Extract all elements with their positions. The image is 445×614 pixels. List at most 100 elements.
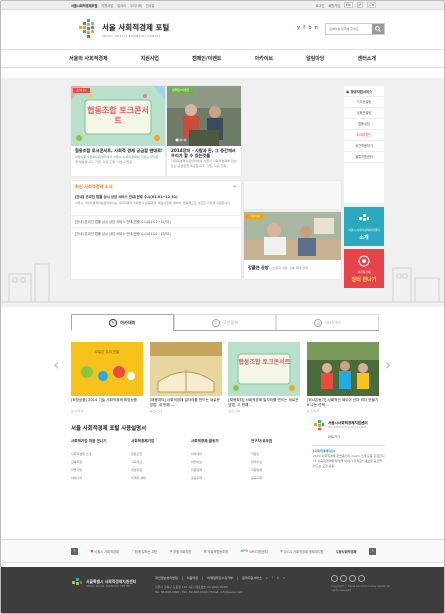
login-link[interactable]: 로그인 — [316, 3, 325, 8]
site-logo-icon[interactable] — [79, 19, 97, 39]
chevron-right-icon[interactable]: › — [385, 355, 391, 374]
partner-logo[interactable]: 도봉사회적경제 — [336, 549, 357, 554]
guide-link[interactable]: 경영지원 — [131, 466, 181, 474]
guide-link[interactable]: 아카이브 — [191, 458, 241, 466]
news-title: 최신 사회적경제 소식 — [75, 184, 113, 189]
sidebox-item[interactable]: 기초컨설팅 — [344, 97, 384, 108]
partner-logo[interactable]: ● 서울시 사회적경제 — [90, 549, 118, 554]
center-news-tag: [사회적경제지원] — [313, 449, 336, 453]
search-input[interactable] — [326, 24, 372, 34]
center-caption[interactable]: 바로가기 — [328, 434, 385, 439]
sidebox-item[interactable]: 법률상담 — [344, 119, 384, 130]
topbar-link[interactable]: 인사말 — [146, 3, 155, 8]
partner-logo[interactable]: ~ 함께 일하는 재단 — [131, 549, 157, 554]
naver-icon[interactable]: n — [315, 26, 318, 31]
chevron-right-icon[interactable]: › — [368, 547, 376, 555]
guide-link[interactable]: 공공구매 — [251, 474, 301, 482]
center-intro-banner[interactable]: 서울시 사회적경제지원센터 소개 — [344, 207, 384, 246]
guide-link[interactable]: 협동조합 — [131, 450, 181, 458]
blog-icon[interactable]: b — [308, 26, 311, 31]
twitter-icon[interactable]: y — [266, 576, 268, 580]
tab-academy[interactable]: ✎ 아카데미 — [71, 314, 174, 331]
guide-link[interactable]: 자문단 — [251, 450, 301, 458]
thumb-item[interactable]: 오늘은 우리 뜻을 [희망상품] 2014 기술 사회적경제 희망상품 뉴스/기… — [71, 342, 143, 413]
guide-link[interactable]: 아카이브 — [251, 458, 301, 466]
guide-col-head: 연구자/공무원 — [251, 439, 273, 443]
tab-archive[interactable]: ▤ 아카이브 — [276, 314, 380, 330]
facebook-icon[interactable]: f — [272, 576, 273, 580]
sidebox-item[interactable]: 심화컨설팅 — [344, 108, 384, 119]
guide-link[interactable]: 교육지원 — [71, 458, 121, 466]
guide-link[interactable]: 지원정책 — [251, 466, 301, 474]
center-news[interactable]: [사회적경제지원] 2014 사회적경제 학습동아리 moim 소개 모음 모집… — [313, 445, 385, 469]
center-head[interactable]: 서울시사회적경제지원센터 Seoul Social Economy Center — [313, 419, 385, 431]
guide-link[interactable]: 아카데미 — [191, 450, 241, 458]
signup-link[interactable]: 회원가입 — [328, 3, 340, 8]
partner-logo[interactable]: NPO NPO지원센터 — [240, 549, 267, 554]
academy-icon: ✎ — [109, 318, 118, 327]
footer-link[interactable]: 이용약관 — [187, 575, 198, 580]
guide-link[interactable]: 사회적경제 소개 — [71, 450, 121, 458]
news-item[interactable]: [안내] 온라인 법률 상시 상담 서비스 안내(연중 수시(01.01~12/… — [71, 215, 241, 227]
topbar-link[interactable]: 서울시회적경제포털 — [71, 3, 97, 8]
news-item[interactable]: [안내] 온라인 법률 상시 상담 서비스 안내(연중 수시(01.01~12.… — [71, 192, 241, 201]
feature-card-2[interactable]: 캠페인/이벤트 2014장터 - 사람과 돈, 그 중간에서 우리가 할 수 있… — [167, 86, 241, 176]
lang-en[interactable]: EN — [344, 2, 353, 8]
banner-small: 서울시 사회적경제지원센터 — [348, 228, 380, 232]
guide-link[interactable]: 마을기업 — [71, 466, 121, 474]
guide-columns: 사회적기업 처음 만나기 사회적경제 소개 교육지원 마을기업 아이디어 사회적… — [71, 439, 301, 482]
market-banner[interactable]: 사회적경제 장터 만나기 — [344, 249, 384, 288]
sidebox-title: ▣ 경영지원서비스 — [344, 86, 384, 97]
footer-link[interactable]: 개인정보처리방침 — [155, 575, 178, 580]
thumb-meta: 뉴스/기사 — [149, 409, 162, 413]
feature-card-3[interactable]: 기업사람 강풀쓴 공방 전문화 의료, 소통 재미 연대 — [244, 212, 341, 279]
footer-link[interactable]: 원격지원서비스 — [242, 575, 262, 580]
topbar-link[interactable]: 우리사회 — [130, 3, 142, 8]
nav-notice[interactable]: 알림마당 — [306, 55, 324, 62]
thumb-title: [희망상품] 2014 기술 사회적경제 희망상품 — [71, 398, 138, 402]
blog-icon[interactable]: b — [277, 576, 279, 580]
chevron-left-icon[interactable]: ‹ — [71, 547, 78, 555]
news-item[interactable]: [안내] 온라인 법률 상시 상담 서비스 안내(연중 수시(01.01~12/… — [71, 227, 241, 239]
more-icon[interactable]: + — [233, 184, 237, 190]
guide-link[interactable]: 지원정책 — [191, 466, 241, 474]
site-subtitle: SEOUL SOCIAL ECONOMY PORTAL — [102, 34, 161, 38]
social-links: y f b n — [297, 26, 318, 31]
naver-icon[interactable]: n — [283, 576, 285, 580]
sidebox-item[interactable]: 공간활용하기 — [344, 141, 384, 152]
twitter-icon[interactable]: y — [297, 26, 300, 31]
nav-archive[interactable]: 아카이브 — [255, 55, 273, 62]
nav-center[interactable]: 센터소개 — [358, 55, 376, 62]
search-button[interactable] — [372, 24, 384, 34]
partner-logo[interactable]: ◐ 2015 사회적경제 생태계지원 — [280, 549, 323, 554]
lang-jp[interactable]: JP — [356, 2, 364, 8]
guide-link[interactable]: 공공구매 — [191, 474, 241, 482]
partner-logo[interactable]: ■ 사회적협동조합 — [203, 549, 228, 554]
thumb-item[interactable]: 협동조합 토크콘서트 [채용파티] 사회적경제 일자리를 만드는 새로운 방법,… — [228, 342, 301, 413]
feature-card-1[interactable]: 협동조합 토크콘서트 소식나누 협동조합 토크콘서트, 사회적 경제 궁금할 땐… — [71, 86, 165, 176]
facebook-icon[interactable]: f — [303, 26, 305, 31]
topbar-link[interactable]: 지원사업 — [101, 3, 113, 8]
thumb-item[interactable]: [위니온동기] 사회적인 제도이 산다 죄다 만들기 8 나는 선택 ... 뉴… — [306, 342, 379, 413]
partner-bar: ‹ ● 서울시 사회적경제 ~ 함께 일하는 재단 ◆ 보험사회지원 ■ 사회적협동조합… — [1, 539, 444, 563]
topbar-link[interactable]: 일자리 — [117, 3, 126, 8]
card-title: 협동조합 토크콘서트, 사회적 경제 궁금할 땐대로! — [75, 148, 163, 153]
footer-link[interactable]: 이메일무단수집거부 — [207, 575, 233, 580]
management-service-box: ▣ 경영지원서비스 기초컨설팅 심화컨설팅 법률상담 회계지원단 공간활용하기 … — [344, 86, 384, 203]
campaign-photo — [167, 86, 241, 146]
sidebox-item[interactable]: 물류지원센터 — [344, 152, 384, 163]
nav-support[interactable]: 지원사업 — [141, 55, 159, 62]
nav-campaign[interactable]: 캠페인/이벤트 — [192, 55, 221, 62]
nav-social-economy[interactable]: 서울의 사회적경제 — [69, 55, 108, 62]
guide-link[interactable]: 아이디어 — [71, 474, 121, 482]
lang-cn[interactable]: CN — [367, 2, 376, 8]
tab-jobs[interactable]: ☺ 구인정보 — [173, 314, 277, 330]
guide-link[interactable]: 지역화 생태 — [131, 474, 181, 482]
thumb-item[interactable]: [채용파티] 사회적경제 일자리를 만드는 새로운 방법, 새 번째 ... 뉴… — [149, 342, 222, 413]
thumb-meta: 뉴스/기사 — [306, 409, 320, 413]
sidebox-item[interactable]: 회계지원단 — [344, 130, 384, 141]
guide-link[interactable]: 사회혁신 — [131, 458, 181, 466]
partner-logo[interactable]: ◆ 보험사회지원 — [170, 549, 191, 554]
brand[interactable]: 서울 사회적경제 포털 SEOUL SOCIAL ECONOMY PORTAL — [102, 22, 169, 38]
chevron-left-icon[interactable]: ‹ — [53, 355, 59, 374]
